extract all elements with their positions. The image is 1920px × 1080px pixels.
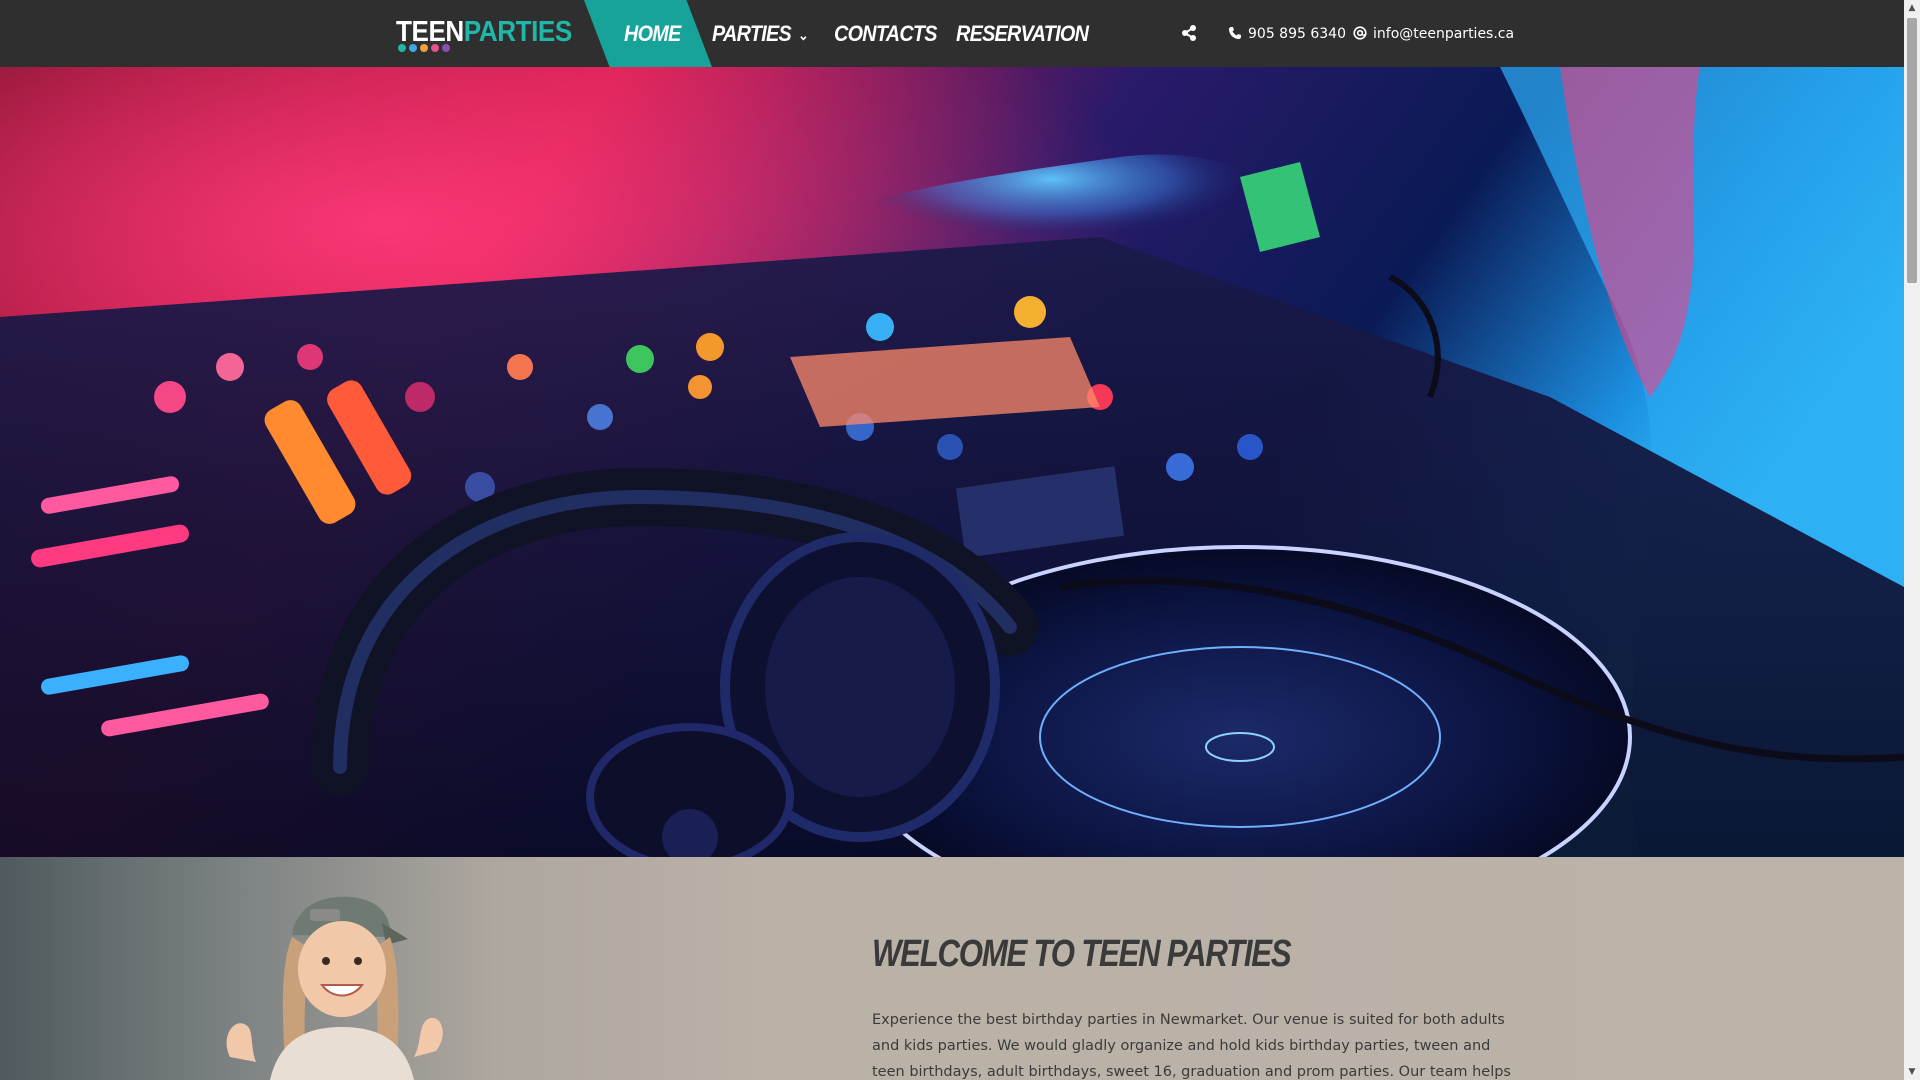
- logo-dot: [409, 44, 417, 52]
- phone-link[interactable]: 905 895 6340: [1228, 22, 1346, 46]
- phone-icon: [1229, 27, 1241, 39]
- chevron-down-icon: ⌄: [798, 27, 809, 43]
- welcome-section: WELCOME TO TEEN PARTIES Experience the b…: [0, 857, 1904, 1080]
- nav-item-home[interactable]: HOME: [624, 18, 681, 50]
- top-navbar: TEENPARTIES HOME PARTIES ⌄ CONTACTS RESER…: [0, 0, 1904, 67]
- nav-item-contacts[interactable]: CONTACTS: [834, 18, 937, 50]
- logo-dot: [442, 44, 450, 52]
- logo-dot: [431, 44, 439, 52]
- share-icon[interactable]: [1180, 24, 1198, 42]
- site-logo[interactable]: TEENPARTIES: [396, 17, 572, 57]
- scroll-down-arrow-icon[interactable]: ▼: [1904, 1064, 1920, 1080]
- at-icon: [1353, 26, 1367, 40]
- nav-item-label: HOME: [624, 21, 681, 46]
- email-link[interactable]: info@teenparties.ca: [1353, 22, 1514, 46]
- nav-item-label: CONTACTS: [834, 21, 937, 46]
- page: TEENPARTIES HOME PARTIES ⌄ CONTACTS RESER…: [0, 0, 1904, 1080]
- welcome-paragraph: Experience the best birthday parties in …: [872, 1012, 1511, 1080]
- nav-item-label: RESERVATION: [956, 21, 1089, 46]
- phone-number: 905 895 6340: [1248, 26, 1346, 42]
- vertical-scrollbar[interactable]: ▲ ▼: [1904, 0, 1920, 1080]
- girl-with-cap-photo: [226, 896, 443, 1080]
- logo-dots: [398, 44, 450, 52]
- nav-item-reservation[interactable]: RESERVATION: [956, 18, 1089, 50]
- dj-mixer-photo: [0, 67, 1904, 857]
- email-address: info@teenparties.ca: [1373, 26, 1515, 42]
- welcome-heading: WELCOME TO TEEN PARTIES: [872, 933, 1292, 975]
- nav-item-label: PARTIES: [712, 21, 792, 46]
- nav-item-parties[interactable]: PARTIES ⌄: [712, 18, 809, 50]
- logo-text-parties: PARTIES: [463, 16, 572, 48]
- logo-dot: [420, 44, 428, 52]
- logo-dot: [398, 44, 406, 52]
- scrollbar-thumb[interactable]: [1907, 18, 1917, 283]
- scroll-up-arrow-icon[interactable]: ▲: [1904, 0, 1920, 16]
- hero-image: [0, 67, 1904, 857]
